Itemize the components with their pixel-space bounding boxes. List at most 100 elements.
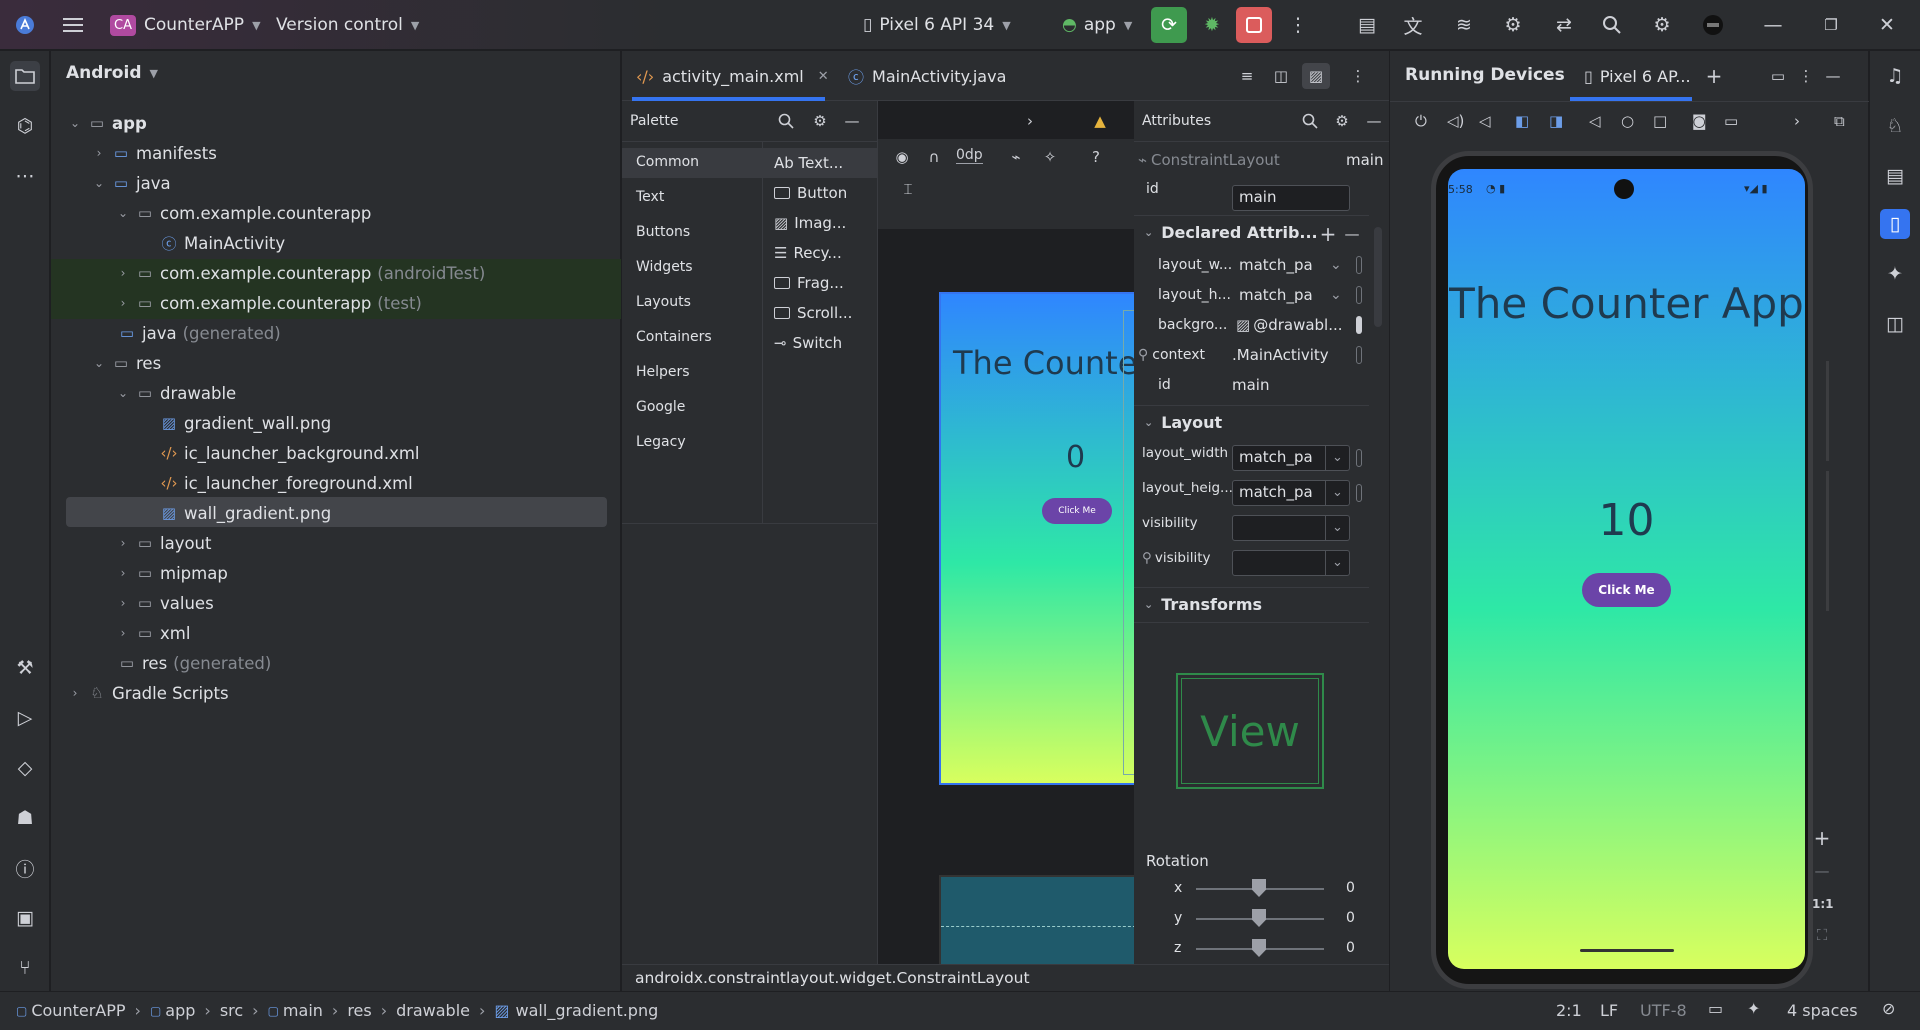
file-encoding[interactable]: UTF-8 [1640,1001,1687,1020]
palette-category-buttons[interactable]: Buttons [636,224,690,240]
volume-down-icon[interactable]: ◁ [1479,112,1491,130]
clear-constraints-icon[interactable]: ⌁ [1004,145,1028,169]
logcat-icon[interactable]: ☗ [10,803,40,833]
project-folder-icon[interactable] [10,61,40,91]
git-branch-icon[interactable]: ⑂ [10,953,40,983]
guidelines-icon[interactable]: ⌶ [896,177,920,201]
tree-item-mainactivity[interactable]: ⓒ MainActivity [51,228,621,258]
click-me-button[interactable]: Click Me [1582,573,1671,607]
palette-category-legacy[interactable]: Legacy [636,434,686,450]
device-file-explorer-icon[interactable]: ▤ [1880,161,1910,191]
more-options-icon[interactable]: ⋮ [1793,63,1819,89]
hide-panel-icon[interactable]: — [1820,63,1846,89]
autoconnect-magnet-icon[interactable]: ∩ [922,145,946,169]
indent-setting[interactable]: 4 spaces [1787,1001,1858,1020]
tab-mainactivity[interactable]: ⓒ MainActivity.java [848,51,1006,101]
remove-attribute-icon[interactable]: — [1342,223,1362,245]
overview-icon[interactable]: □ [1653,112,1667,130]
attr-value-layout-width[interactable]: match_pa [1239,256,1313,274]
attr-resource-picker[interactable] [1356,286,1362,304]
tree-item-package-androidtest[interactable]: › ▭ com.example.counterapp (androidTest) [51,258,621,288]
home-icon[interactable]: ○ [1621,112,1634,130]
search-icon[interactable] [1597,10,1627,40]
tree-item-launcher-bg[interactable]: ‹/› ic_launcher_background.xml [51,438,621,468]
run-config-selector[interactable]: ◓ app ▼ [1062,0,1132,50]
attr-value-context[interactable]: .MainActivity [1232,346,1329,364]
project-view-selector[interactable]: Android ▼ [66,63,158,83]
attr-resource-picker[interactable] [1356,449,1362,467]
tree-item-java-generated[interactable]: ▭ java (generated) [51,318,621,348]
mirror-display-icon[interactable]: ⧉ [1834,112,1845,130]
attr-value-id[interactable]: main [1232,376,1269,394]
chevron-down-icon[interactable]: ⌄ [1330,287,1342,303]
palette-item-switch[interactable]: ⊸ Switch [774,334,842,352]
profiler-gem-icon[interactable]: ◇ [10,753,40,783]
infer-constraints-wand-icon[interactable]: ✧ [1038,145,1062,169]
settings-gear-icon[interactable]: ⚙ [808,109,832,133]
tree-item-values[interactable]: › ▭ values [51,588,621,618]
debug-icon[interactable]: ✹ [1197,10,1227,40]
breadcrumb-item[interactable]: src [220,1001,243,1020]
warning-icon[interactable]: ▲ [1088,109,1112,133]
device-selector[interactable]: ▯ Pixel 6 API 34 ▼ [863,0,1011,50]
gesture-nav-bar[interactable] [1580,949,1674,952]
zoom-actual-size[interactable]: 1:1 [1812,897,1834,911]
back-icon[interactable]: ◁ [1589,112,1601,130]
palette-item-textview[interactable]: Ab Text... [774,154,843,172]
declared-attributes-header[interactable]: ⌄ Declared Attrib... [1144,223,1318,242]
breadcrumb-item[interactable]: main [283,1001,323,1020]
attr-resource-picker[interactable] [1356,316,1362,334]
default-margin-value[interactable]: 0dp [956,147,983,164]
collapse-panel-icon[interactable]: — [1362,109,1386,133]
layout-width-dropdown[interactable]: match_pa ⌄ [1232,445,1350,471]
attr-resource-picker[interactable] [1356,484,1362,502]
rotation-y-slider-thumb[interactable] [1252,909,1266,927]
design-view-icon[interactable]: ▨ [1302,63,1330,89]
more-actions-icon[interactable]: ⋮ [1283,10,1313,40]
palette-category-google[interactable]: Google [636,399,685,415]
visibility-dropdown[interactable]: ⌄ [1232,515,1350,541]
palette-item-imageview[interactable]: ▨ Imag... [774,214,846,232]
eye-icon[interactable]: ◉ [890,145,914,169]
palette-item-button[interactable]: Button [774,184,847,202]
breadcrumb-item[interactable]: res [347,1001,371,1020]
gemini-sparkle-icon[interactable]: ✦ [1880,259,1910,289]
search-icon[interactable] [774,109,798,133]
ai-sparkle-icon[interactable]: ✦ [1747,999,1760,1018]
fit-screen-icon[interactable]: ⛶ [1810,923,1834,947]
screen-record-icon[interactable]: ▭ [1724,112,1738,130]
palette-category-widgets[interactable]: Widgets [636,259,693,275]
main-menu-icon[interactable] [58,10,88,40]
layout-height-dropdown[interactable]: match_pa ⌄ [1232,480,1350,506]
chevron-down-icon[interactable]: ⌄ [1330,257,1342,273]
comment-icon[interactable]: ▭ [1708,999,1723,1018]
palette-item-scrollview[interactable]: Scroll... [774,304,852,322]
palette-category-text[interactable]: Text [636,189,664,205]
tree-item-manifests[interactable]: › ▭ manifests [51,138,621,168]
translate-icon[interactable]: 文 [1398,10,1428,40]
restore-window-icon[interactable]: ❐ [1816,10,1846,40]
gradle-elephant-icon[interactable]: ♘ [1880,111,1910,141]
preview-click-button[interactable]: Click Me [1042,498,1112,524]
tree-item-mipmap[interactable]: › ▭ mipmap [51,558,621,588]
tree-item-java[interactable]: ⌄ ▭ java [51,168,621,198]
project-selector[interactable]: CA CounterAPP ▼ [110,0,261,50]
version-control-menu[interactable]: Version control ▼ [276,0,419,50]
rotation-z-slider-thumb[interactable] [1252,939,1266,957]
search-icon[interactable] [1298,109,1322,133]
tab-activity-main[interactable]: ‹/› activity_main.xml ✕ [636,51,829,101]
breadcrumb-item[interactable]: CounterAPP [31,1001,125,1020]
transforms-section-header[interactable]: ⌄ Transforms [1144,595,1262,614]
sdk-manager-icon[interactable]: ⚙ [1498,10,1528,40]
chevron-right-icon[interactable]: › [1794,112,1800,130]
more-options-icon[interactable]: ⋮ [1348,63,1368,89]
add-device-icon[interactable]: + [1701,63,1727,89]
zoom-out-icon[interactable]: — [1810,859,1834,883]
run-icon[interactable]: ▷ [10,703,40,733]
terminal-icon[interactable]: ▣ [10,903,40,933]
minimize-window-icon[interactable]: — [1758,10,1788,40]
rotation-x-slider-thumb[interactable] [1252,879,1266,897]
apply-changes-icon[interactable]: ⟳ [1151,7,1187,43]
screenshot-camera-icon[interactable]: ◙ [1692,112,1707,130]
tree-item-res[interactable]: ⌄ ▭ res [51,348,621,378]
